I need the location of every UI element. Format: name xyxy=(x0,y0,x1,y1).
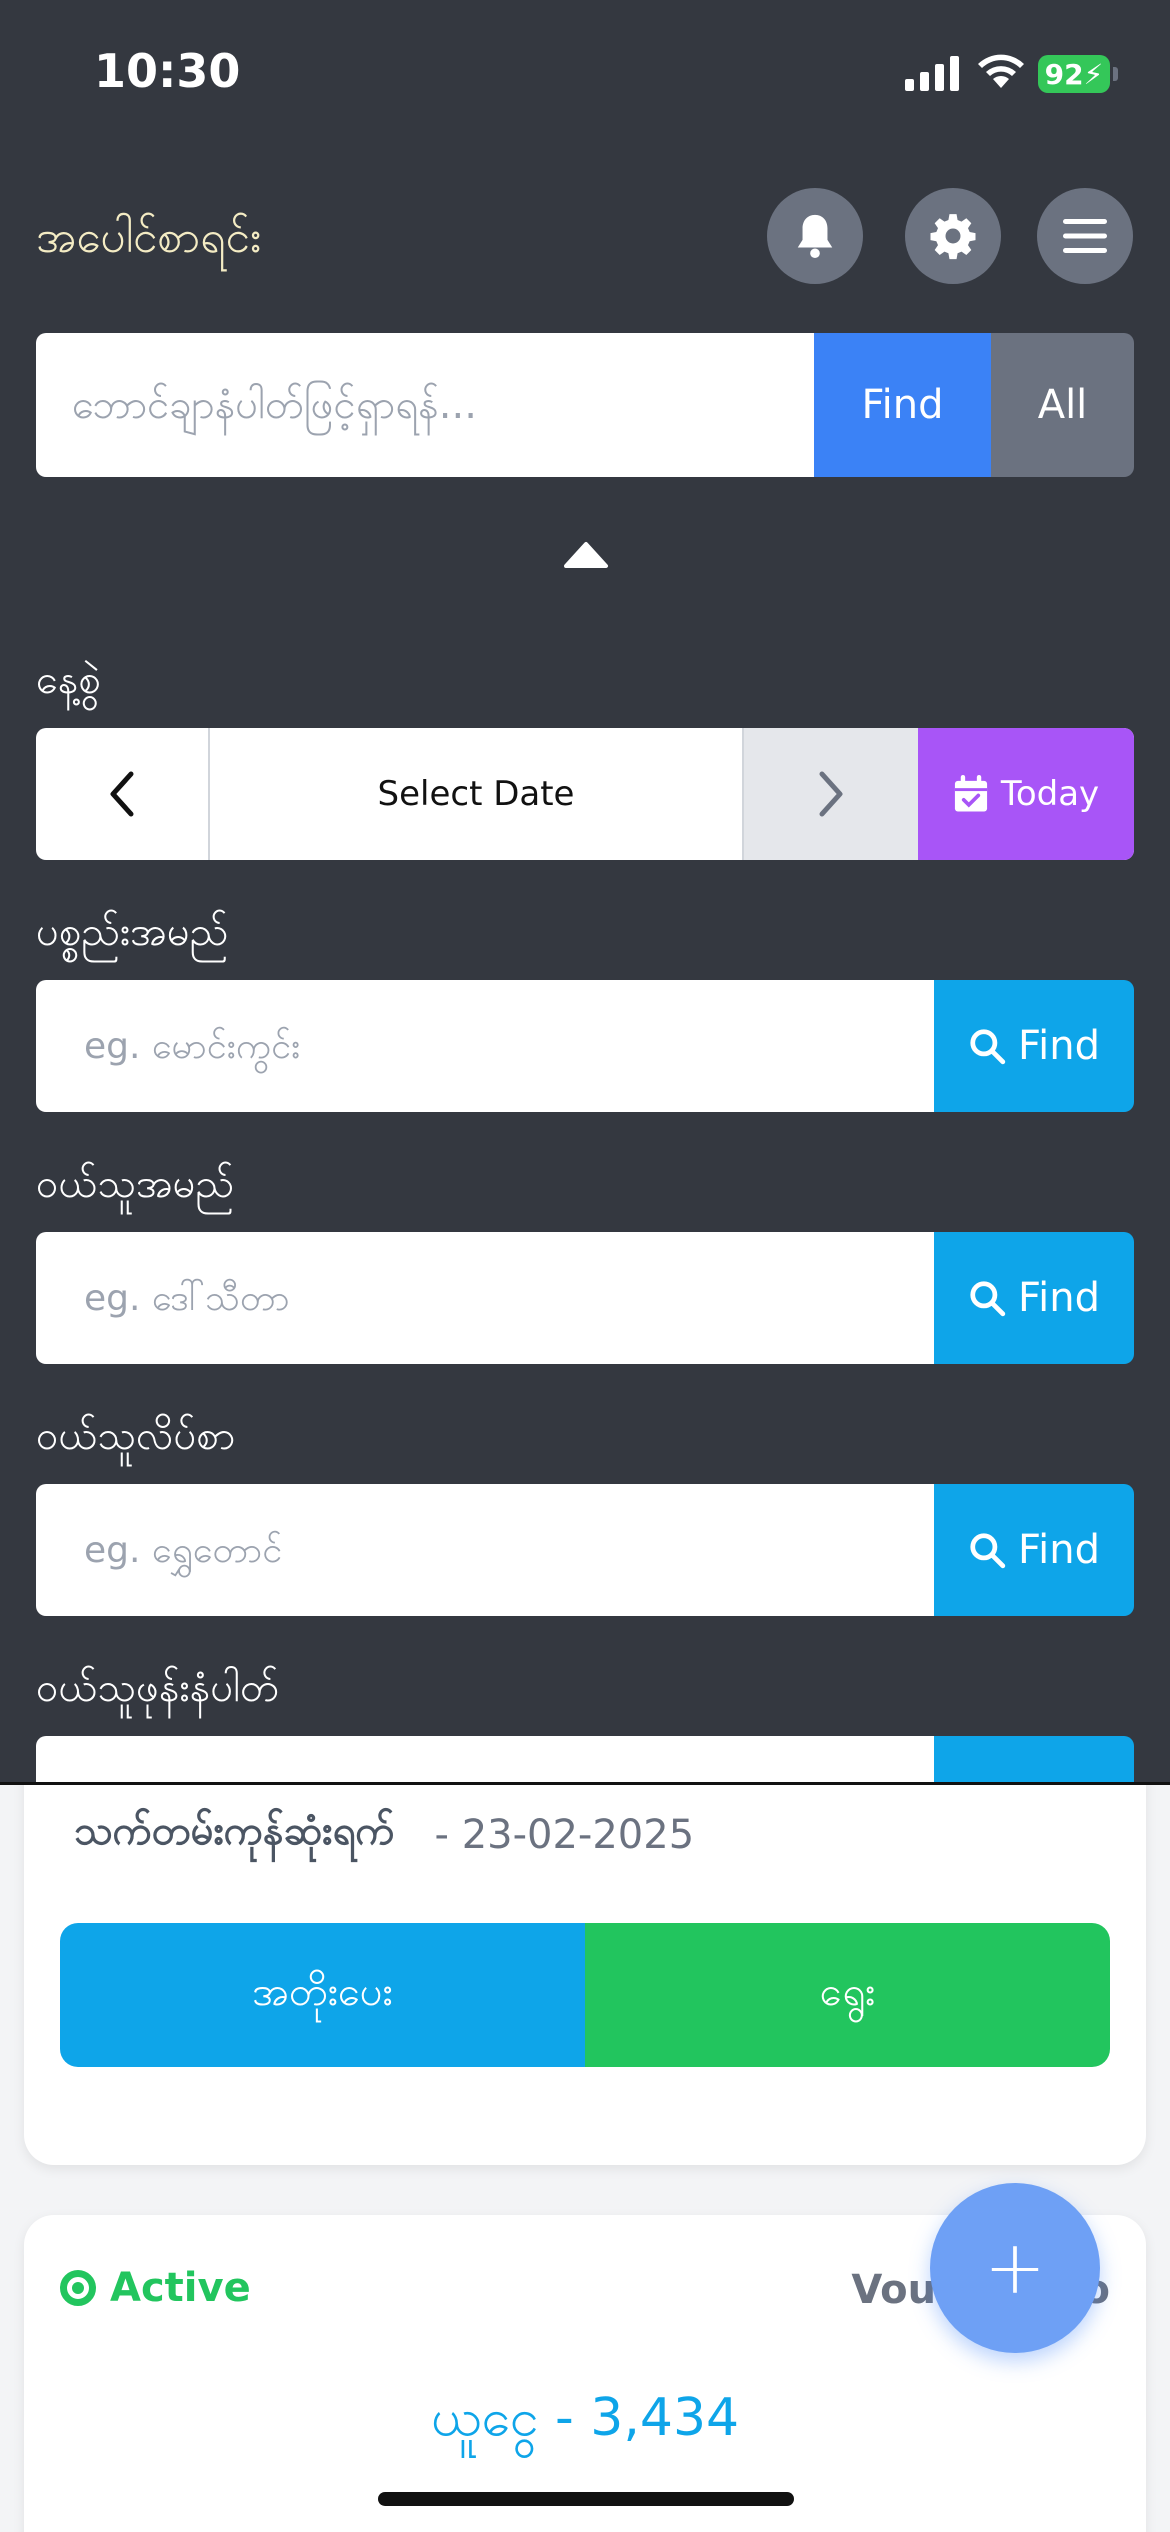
buyer-phone-label: ဝယ်သူဖုန်းနံပါတ် xyxy=(36,1665,280,1711)
settings-button[interactable] xyxy=(905,188,1001,284)
voucher-search: Find All xyxy=(36,333,1134,477)
voucher-card: သက်တမ်းကုန်ဆုံးရက် - 23-02-2025 အတိုးပေး… xyxy=(24,1745,1146,2165)
buyer-address-find-button[interactable]: Find xyxy=(934,1484,1134,1616)
buyer-address-filter: Find xyxy=(36,1484,1134,1616)
expiry-label: သက်တမ်းကုန်ဆုံးရက် xyxy=(74,1808,395,1854)
find-button[interactable]: Find xyxy=(814,333,991,477)
battery-level: 92 xyxy=(1044,57,1084,91)
search-icon xyxy=(970,1281,1006,1317)
buyer-address-input[interactable] xyxy=(36,1484,934,1616)
chevron-right-icon xyxy=(819,771,843,817)
buyer-phone-find-button[interactable] xyxy=(934,1736,1134,1782)
all-button[interactable]: All xyxy=(991,333,1134,477)
voucher-search-input[interactable] xyxy=(36,333,814,477)
chevron-left-icon xyxy=(110,771,134,817)
card-actions: အတိုးပေး ရွေး xyxy=(60,1923,1110,2067)
wifi-icon xyxy=(975,50,1027,94)
search-icon xyxy=(970,1533,1006,1569)
active-dot-icon xyxy=(60,2270,96,2306)
buyer-phone-input[interactable] xyxy=(36,1736,934,1782)
previous-date-button[interactable] xyxy=(36,728,210,860)
gear-icon xyxy=(930,214,976,260)
today-button[interactable]: Today xyxy=(918,728,1134,860)
loan-amount: ယူငွေ - 3,434 xyxy=(430,2388,740,2448)
search-panel: 10:30 92⚡ အပေါင်စာရင်း Find All နေ့စွဲ S… xyxy=(0,0,1170,1785)
date-label: နေ့စွဲ xyxy=(36,657,101,703)
item-name-label: ပစ္စည်းအမည် xyxy=(36,909,229,955)
find-label: Find xyxy=(1018,1023,1100,1069)
bell-icon xyxy=(797,214,833,259)
expiry-value: - 23-02-2025 xyxy=(434,1811,695,1858)
buyer-phone-filter xyxy=(36,1736,1134,1782)
item-name-find-button[interactable]: Find xyxy=(934,980,1134,1112)
calendar-check-icon xyxy=(954,775,987,812)
buyer-name-filter: Find xyxy=(36,1232,1134,1364)
select-date-button[interactable]: Select Date xyxy=(210,728,742,860)
hamburger-icon xyxy=(1063,219,1107,253)
status-text: Active xyxy=(110,2265,251,2311)
status-bar: 10:30 92 ⚡ xyxy=(0,0,1170,150)
battery-icon: 92 ⚡ xyxy=(1038,55,1110,93)
buyer-name-find-button[interactable]: Find xyxy=(934,1232,1134,1364)
status-badge: Active xyxy=(60,2265,251,2311)
home-indicator xyxy=(378,2492,794,2506)
expiry-row: သက်တမ်းကုန်ဆုံးရက် - 23-02-2025 xyxy=(74,1805,694,1864)
voucher-list: သက်တမ်းကုန်ဆုံးရက် - 23-02-2025 အတိုးပေး… xyxy=(0,1745,1170,2532)
cellular-signal-icon xyxy=(905,55,959,91)
buyer-address-label: ဝယ်သူလိပ်စာ xyxy=(36,1413,236,1459)
caret-up-icon xyxy=(564,542,608,568)
collapse-filters-button[interactable] xyxy=(563,540,609,572)
page-title: အပေါင်စာရင်း xyxy=(36,212,262,263)
search-icon xyxy=(970,1029,1006,1065)
redeem-button[interactable]: ရွေး xyxy=(585,1923,1110,2067)
battery-cap xyxy=(1113,67,1118,81)
date-selector: Select Date Today xyxy=(36,728,1134,860)
find-label: Find xyxy=(1018,1275,1100,1321)
buyer-name-label: ဝယ်သူအမည် xyxy=(36,1161,235,1207)
status-time: 10:30 xyxy=(94,44,241,98)
buyer-name-input[interactable] xyxy=(36,1232,934,1364)
next-date-button[interactable] xyxy=(742,728,918,860)
find-label: Find xyxy=(1018,1527,1100,1573)
today-label: Today xyxy=(1000,774,1100,814)
notification-button[interactable] xyxy=(767,188,863,284)
menu-button[interactable] xyxy=(1037,188,1133,284)
pay-interest-button[interactable]: အတိုးပေး xyxy=(60,1923,585,2067)
item-name-filter: Find xyxy=(36,980,1134,1112)
plus-icon: + xyxy=(983,2225,1046,2311)
add-voucher-button[interactable]: + xyxy=(930,2183,1100,2353)
item-name-input[interactable] xyxy=(36,980,934,1112)
